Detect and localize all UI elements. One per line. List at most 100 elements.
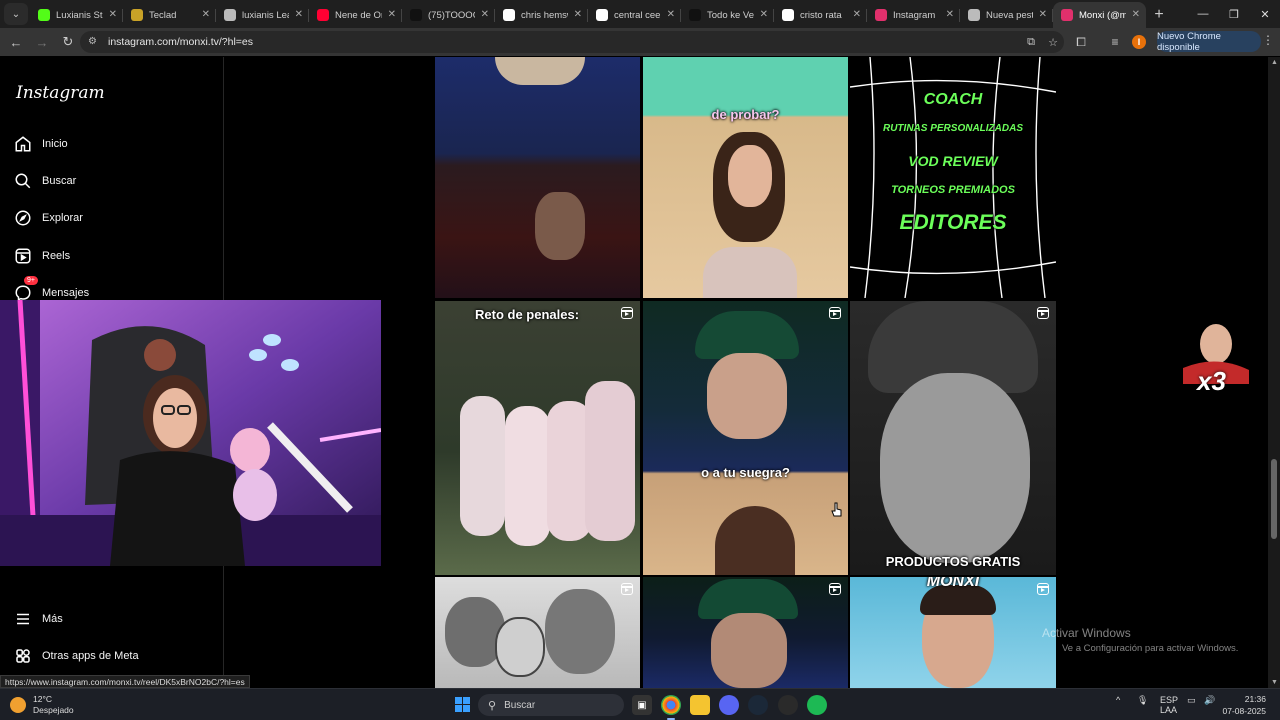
close-tab-icon[interactable]: ✕ <box>109 9 117 20</box>
post-tile[interactable]: COACH RUTINAS PERSONALIZADAS VOD REVIEW … <box>850 57 1056 298</box>
post-caption: o a tu suegra? <box>701 465 790 480</box>
browser-tab[interactable]: Teclad ✕ <box>123 2 216 28</box>
chrome-menu-icon[interactable]: ⋮ <box>1262 33 1274 47</box>
file-explorer-icon[interactable] <box>690 695 710 715</box>
clock-time: 21:36 <box>1244 694 1266 704</box>
close-tab-icon[interactable]: ✕ <box>760 9 768 20</box>
close-tab-icon[interactable]: ✕ <box>1039 9 1047 20</box>
scroll-up-icon[interactable]: ▲ <box>1271 59 1278 66</box>
back-button[interactable]: ← <box>4 30 28 54</box>
post-thumbnail <box>545 589 615 674</box>
tab-title: Nueva pesta <box>986 9 1033 21</box>
close-tab-icon[interactable]: ✕ <box>946 9 954 20</box>
post-thumbnail <box>535 192 585 260</box>
webcam-overlay <box>0 300 381 566</box>
browser-tab[interactable]: Monxi (@mo ✕ <box>1053 2 1146 28</box>
browser-tab[interactable]: Nene de Orc ✕ <box>309 2 402 28</box>
post-thumbnail <box>695 311 799 359</box>
post-caption: PRODUCTOS GRATIS <box>885 554 1021 569</box>
nav-item-meta-apps[interactable]: Otras apps de Meta <box>14 645 139 667</box>
browser-tab[interactable]: Todo ke Ver ✕ <box>681 2 774 28</box>
post-tile[interactable]: de probar? <box>643 57 848 298</box>
post-tile[interactable]: o a tu suegra? <box>643 301 848 575</box>
task-view-icon[interactable]: ▣ <box>632 695 652 715</box>
discord-icon[interactable] <box>719 695 739 715</box>
tab-title: Monxi (@mo <box>1079 9 1126 21</box>
browser-tab[interactable]: cristo rata ✕ <box>774 2 867 28</box>
address-url: instagram.com/monxi.tv/?hl=es <box>108 36 254 48</box>
steam-icon[interactable] <box>748 695 768 715</box>
reel-icon <box>1037 583 1049 595</box>
browser-tab[interactable]: luxianis Leag ✕ <box>216 2 309 28</box>
coach-line: VOD REVIEW <box>908 153 998 169</box>
post-tile[interactable]: MONXI <box>850 577 1056 688</box>
league-favicon-icon <box>224 9 236 21</box>
tab-search-button[interactable]: ⌄ <box>4 3 28 25</box>
post-tile[interactable]: Reto de penales: <box>435 301 640 575</box>
close-tab-icon[interactable]: ✕ <box>853 9 861 20</box>
volume-icon[interactable]: 🔊 <box>1204 695 1215 706</box>
close-tab-icon[interactable]: ✕ <box>295 9 303 20</box>
close-tab-icon[interactable]: ✕ <box>574 9 582 20</box>
browser-tab[interactable]: Luxianis Stre ✕ <box>30 2 123 28</box>
nav-item-reels[interactable]: Reels <box>14 245 70 267</box>
obs-icon[interactable] <box>778 695 798 715</box>
language-indicator[interactable]: ESP LAA <box>1160 695 1178 715</box>
post-tile[interactable] <box>435 57 640 298</box>
taskbar-clock[interactable]: 21:36 07-08-2025 <box>1222 693 1266 717</box>
profile-avatar[interactable]: I <box>1132 35 1146 49</box>
browser-tab[interactable]: (75)TOOOO ✕ <box>402 2 495 28</box>
search-icon: ⚲ <box>488 699 497 712</box>
browser-tab[interactable]: Nueva pesta ✕ <box>960 2 1053 28</box>
taskbar-search[interactable]: ⚲ Buscar <box>478 694 624 716</box>
instagram-favicon-icon <box>1061 9 1073 21</box>
close-tab-icon[interactable]: ✕ <box>388 9 396 20</box>
browser-tab[interactable]: chris hemsw ✕ <box>495 2 588 28</box>
close-window-button[interactable]: ✕ <box>1250 0 1280 28</box>
close-tab-icon[interactable]: ✕ <box>667 9 675 20</box>
chrome-taskbar-icon[interactable] <box>661 695 681 720</box>
address-bar[interactable]: ⚙ instagram.com/monxi.tv/?hl=es ⧉ ☆ <box>80 31 1064 53</box>
bookmark-star-icon[interactable]: ☆ <box>1042 36 1064 49</box>
weather-widget[interactable]: 12°C Despejado <box>10 694 74 716</box>
coach-line: COACH <box>923 91 983 108</box>
reel-icon <box>829 307 841 319</box>
media-control-icon[interactable]: ≡ <box>1105 32 1125 52</box>
post-tile[interactable] <box>643 577 848 688</box>
instagram-logo[interactable]: Instagram <box>16 83 105 103</box>
site-info-icon[interactable]: ⚙ <box>88 36 100 48</box>
tab-title: Instagram <box>893 9 936 21</box>
close-tab-icon[interactable]: ✕ <box>1132 9 1140 20</box>
network-icon[interactable]: ▭ <box>1187 695 1196 706</box>
start-button[interactable] <box>455 697 470 712</box>
tab-title: chris hemsw <box>521 9 568 21</box>
scroll-thumb[interactable] <box>1271 459 1277 539</box>
close-tab-icon[interactable]: ✕ <box>481 9 489 20</box>
nav-label: Inicio <box>42 138 68 150</box>
minimize-button[interactable]: — <box>1188 0 1218 28</box>
reload-button[interactable]: ↻ <box>56 30 80 54</box>
nav-item-mas[interactable]: Más <box>14 608 63 630</box>
browser-tab[interactable]: Instagram ✕ <box>867 2 960 28</box>
reel-icon <box>1037 307 1049 319</box>
spotify-icon[interactable] <box>807 695 827 715</box>
nav-item-inicio[interactable]: Inicio <box>14 133 68 155</box>
post-thumbnail <box>585 381 635 541</box>
show-hidden-icons[interactable]: ^ <box>1116 695 1120 705</box>
page-scrollbar[interactable]: ▲ ▼ <box>1268 57 1280 688</box>
nav-item-explorar[interactable]: Explorar <box>14 207 83 229</box>
forward-button[interactable]: → <box>30 30 54 54</box>
browser-tab[interactable]: central cee ✕ <box>588 2 681 28</box>
post-tile[interactable] <box>435 577 640 688</box>
post-tile[interactable]: PRODUCTOS GRATIS <box>850 301 1056 575</box>
new-tab-button[interactable]: + <box>1146 2 1172 28</box>
microphone-icon[interactable]: 🎙 <box>1137 695 1148 706</box>
nav-item-buscar[interactable]: Buscar <box>14 170 76 192</box>
extensions-icon[interactable]: ⧠ <box>1071 32 1091 52</box>
scroll-down-icon[interactable]: ▼ <box>1271 679 1278 686</box>
chrome-update-button[interactable]: Nuevo Chrome disponible <box>1157 31 1261 53</box>
close-tab-icon[interactable]: ✕ <box>202 9 210 20</box>
maximize-button[interactable]: ❐ <box>1219 0 1249 28</box>
post-thumbnail <box>460 396 505 536</box>
install-app-icon[interactable]: ⧉ <box>1020 36 1042 49</box>
